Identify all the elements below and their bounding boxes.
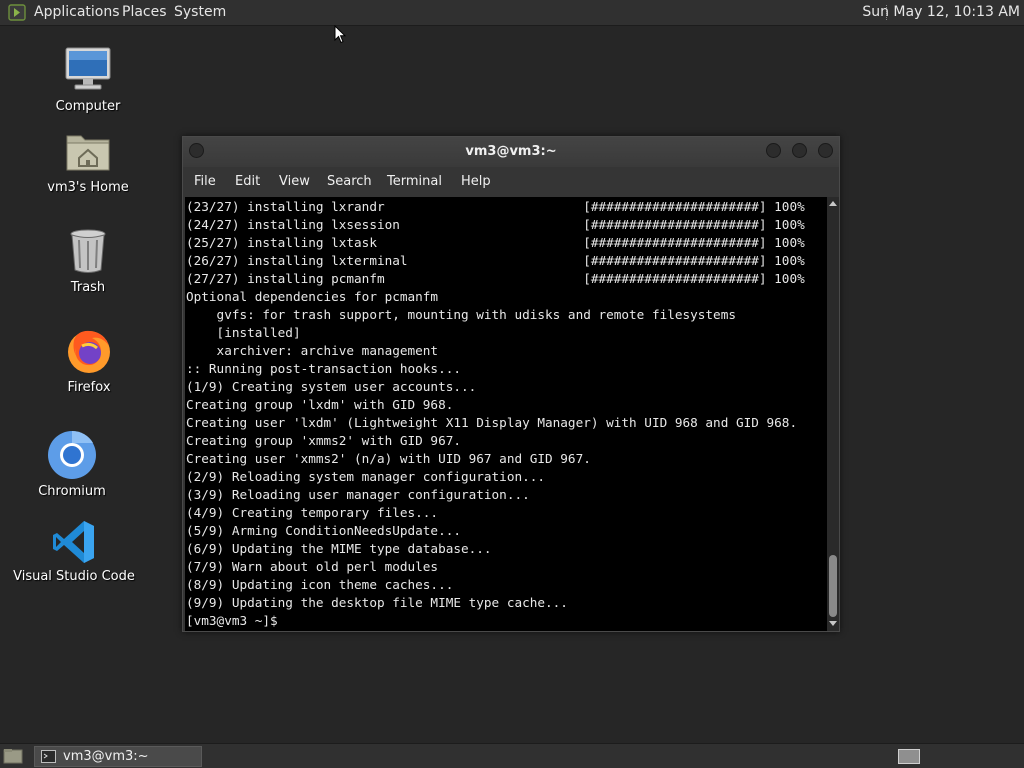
show-desktop-icon[interactable] (3, 748, 23, 764)
menu-view[interactable]: View (279, 174, 310, 189)
terminal-line: Creating group 'lxdm' with GID 968. (186, 397, 454, 412)
desktop-icon-firefox[interactable]: Firefox (24, 326, 154, 395)
desktop-icon-chromium[interactable]: Chromium (7, 430, 137, 499)
scroll-down-arrow-icon[interactable] (829, 621, 837, 626)
terminal-line: Creating group 'xmms2' with GID 967. (186, 433, 461, 448)
terminal-line: [installed] (186, 325, 301, 340)
places-menu[interactable]: Places (122, 4, 167, 21)
maximize-button[interactable] (792, 143, 807, 158)
terminal-line: Creating user 'lxdm' (Lightweight X11 Di… (186, 415, 798, 430)
terminal-window[interactable]: vm3@vm3:~ File Edit View Search Terminal… (182, 136, 840, 632)
terminal-line: :: Running post-transaction hooks... (186, 361, 461, 376)
terminal-icon (41, 750, 56, 763)
computer-icon (65, 47, 111, 90)
minimize-button[interactable] (766, 143, 781, 158)
terminal-line: gvfs: for trash support, mounting with u… (186, 307, 736, 322)
desktop-icon-label: Visual Studio Code (13, 569, 135, 584)
desktop: Applications Places System Sun May 12, 1… (0, 0, 1024, 768)
window-titlebar[interactable]: vm3@vm3:~ (183, 137, 839, 167)
desktop-icon-trash[interactable]: Trash (23, 226, 153, 295)
terminal-line: xarchiver: archive management (186, 343, 439, 358)
applications-menu[interactable]: Applications (34, 4, 120, 21)
desktop-icon-vscode[interactable]: Visual Studio Code (9, 519, 139, 584)
desktop-icon-home[interactable]: vm3's Home (23, 126, 153, 195)
close-button[interactable] (818, 143, 833, 158)
menu-search[interactable]: Search (327, 174, 372, 189)
vscode-icon (53, 521, 94, 563)
menu-edit[interactable]: Edit (235, 174, 260, 189)
desktop-icon-label: Chromium (38, 484, 106, 499)
taskbar-item-terminal[interactable]: vm3@vm3:~ (34, 746, 202, 767)
chromium-icon (48, 430, 96, 479)
bottom-panel: vm3@vm3:~ (0, 743, 1024, 768)
terminal-line: Optional dependencies for pcmanfm (186, 289, 439, 304)
terminal-line: (1/9) Creating system user accounts... (186, 379, 477, 394)
terminal-line: (27/27) installing pcmanfm [############… (186, 271, 805, 286)
menu-terminal[interactable]: Terminal (387, 174, 442, 189)
terminal-line: (8/9) Updating icon theme caches... (186, 577, 454, 592)
menu-file[interactable]: File (194, 174, 216, 189)
terminal-prompt[interactable]: [vm3@vm3 ~]$ (186, 612, 278, 630)
desktop-icon-label: Firefox (67, 380, 111, 395)
desktop-icon-label: Computer (55, 99, 121, 114)
scrollbar-thumb[interactable] (829, 555, 837, 617)
trash-icon (70, 229, 106, 273)
home-folder-icon (66, 135, 110, 171)
scroll-up-arrow-icon[interactable] (829, 201, 837, 206)
firefox-icon (68, 330, 110, 373)
terminal-menubar: File Edit View Search Terminal Help (183, 167, 839, 196)
terminal-output[interactable]: (23/27) installing lxrandr [############… (185, 197, 827, 631)
top-panel: Applications Places System Sun May 12, 1… (0, 0, 1024, 26)
terminal-line: (3/9) Reloading user manager configurati… (186, 487, 530, 502)
taskbar-item-label: vm3@vm3:~ (63, 749, 149, 764)
terminal-scrollbar[interactable] (827, 197, 839, 631)
distro-logo-icon[interactable] (8, 4, 26, 21)
menu-help[interactable]: Help (461, 174, 491, 189)
terminal-line: (4/9) Creating temporary files... (186, 505, 439, 520)
clock[interactable]: Sun May 12, 10:13 AM (862, 4, 1020, 21)
terminal-line: (9/9) Updating the desktop file MIME typ… (186, 595, 568, 610)
terminal-line: (6/9) Updating the MIME type database... (186, 541, 492, 556)
terminal-line: (5/9) Arming ConditionNeedsUpdate... (186, 523, 461, 538)
desktop-icon-label: vm3's Home (47, 180, 129, 195)
terminal-line: Creating user 'xmms2' (n/a) with UID 967… (186, 451, 591, 466)
desktop-icon-label: Trash (70, 280, 106, 295)
system-menu[interactable]: System (174, 4, 226, 21)
workspace-switcher-icon[interactable] (898, 749, 920, 764)
mouse-pointer-icon (334, 25, 346, 44)
desktop-icon-computer[interactable]: Computer (23, 45, 153, 114)
terminal-line: (24/27) installing lxsession [##########… (186, 217, 805, 232)
terminal-line: (7/9) Warn about old perl modules (186, 559, 439, 574)
terminal-line: (26/27) installing lxterminal [#########… (186, 253, 805, 268)
terminal-line: (2/9) Reloading system manager configura… (186, 469, 546, 484)
terminal-line: (23/27) installing lxrandr [############… (186, 199, 805, 214)
window-title: vm3@vm3:~ (465, 144, 557, 159)
terminal-line: (25/27) installing lxtask [#############… (186, 235, 805, 250)
